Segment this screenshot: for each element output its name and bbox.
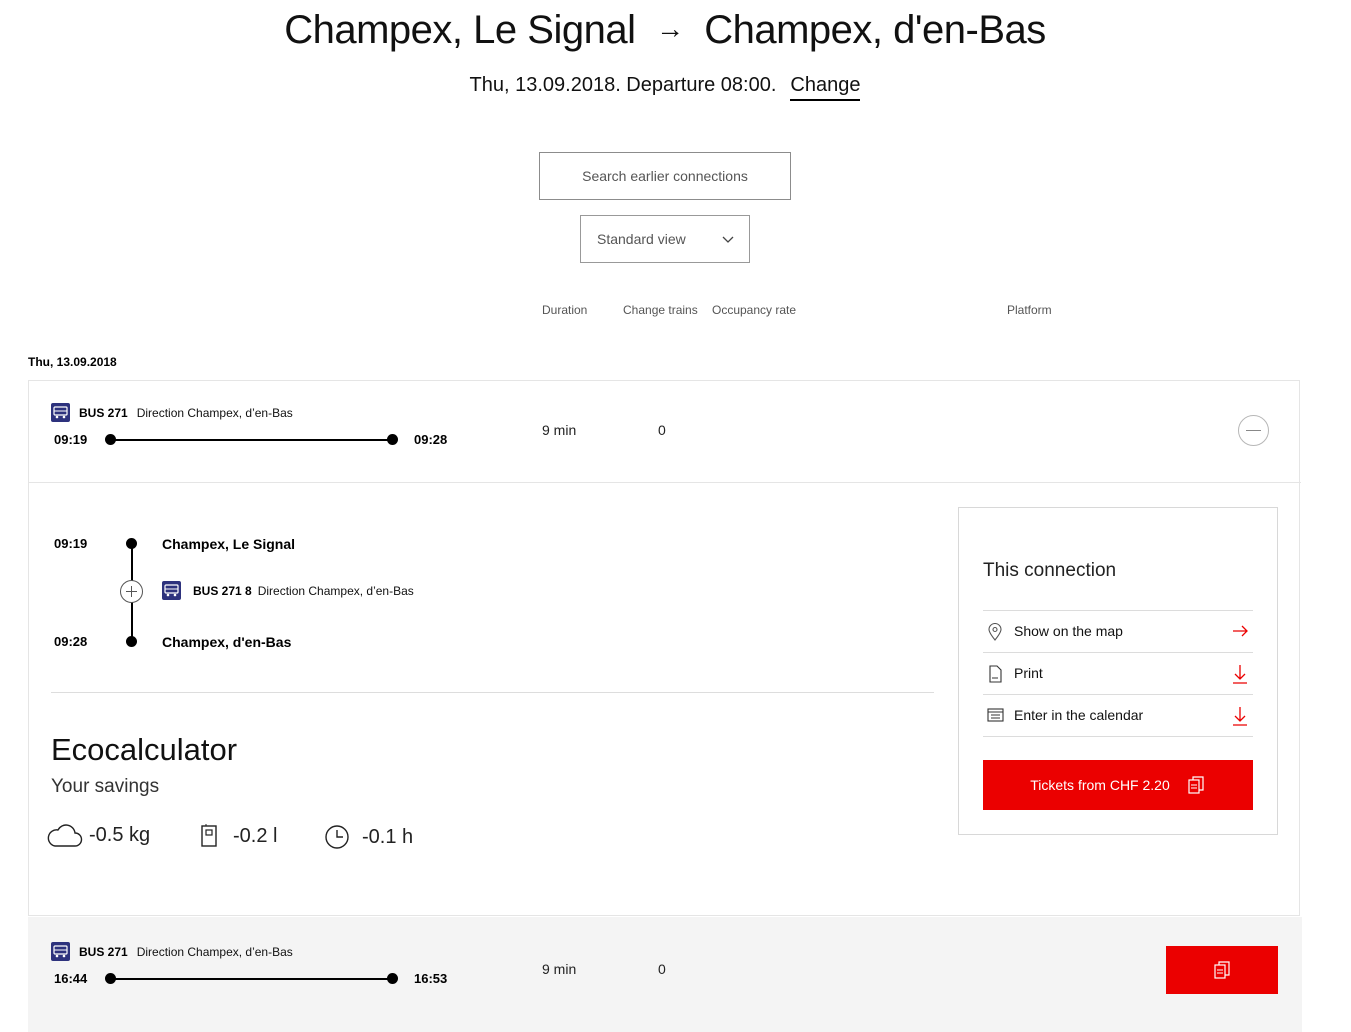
divider (983, 736, 1253, 737)
ticket-icon (1214, 961, 1230, 979)
timeline-end-dot (387, 973, 398, 984)
collapse-icon[interactable] (1238, 415, 1269, 446)
bus-icon (51, 942, 70, 961)
tickets-label: Tickets from CHF 2.20 (1030, 777, 1170, 793)
eco-co2: -0.5 kg (47, 822, 150, 848)
route-to: Champex, d'en-Bas (704, 8, 1046, 52)
action-label: Print (1014, 665, 1043, 681)
cloud-icon (47, 824, 83, 847)
bus-icon (51, 403, 70, 422)
detail-line: BUS 271 8 Direction Champex, d’en-Bas (162, 581, 414, 600)
departure-time: 09:19 (54, 432, 88, 447)
download-icon (1233, 665, 1247, 684)
search-earlier-button[interactable]: Search earlier connections (539, 152, 791, 200)
stop-time: 09:28 (54, 634, 88, 649)
map-pin-icon (988, 623, 1002, 641)
chevron-down-icon (722, 236, 734, 243)
connection-1-line[interactable]: BUS 271 Direction Champex, d’en-Bas (51, 403, 293, 422)
clock-icon (325, 825, 349, 849)
column-platform: Platform (1007, 303, 1052, 317)
buy-tickets-button[interactable]: Tickets from CHF 2.20 (983, 760, 1253, 810)
buy-ticket-button[interactable] (1166, 946, 1278, 994)
eco-time-value: -0.1 h (362, 825, 414, 848)
eco-subtitle: Your savings (51, 776, 160, 797)
timeline-end-dot (387, 434, 398, 445)
timeline-bar (110, 978, 392, 980)
eco-co2-value: -0.5 kg (89, 823, 151, 846)
timeline-bar (110, 439, 392, 441)
stop-dot (126, 636, 137, 647)
arrow-right-icon (1233, 625, 1248, 637)
line-direction: Direction Champex, d’en-Bas (257, 583, 414, 598)
line-direction: Direction Champex, d’en-Bas (136, 405, 293, 420)
fuel-icon (201, 824, 217, 847)
column-occupancy: Occupancy rate (712, 303, 797, 317)
eco-time: -0.1 h (324, 824, 413, 850)
action-label: Show on the map (1014, 623, 1123, 639)
route-subtitle: Thu, 13.09.2018. Departure 08:00. Change (0, 74, 1330, 101)
stop-name[interactable]: Champex, d'en-Bas (162, 634, 291, 650)
departure-time: 16:44 (54, 971, 88, 986)
eco-fuel: -0.2 l (200, 824, 277, 848)
route-from: Champex, Le Signal (284, 8, 636, 52)
stop-dot (126, 538, 137, 549)
eco-fuel-value: -0.2 l (233, 824, 278, 847)
expand-stops-icon[interactable] (120, 580, 143, 603)
calendar-icon (987, 708, 1004, 722)
changes-value: 0 (658, 422, 666, 438)
arrival-time: 09:28 (414, 432, 448, 447)
action-label: Enter in the calendar (1014, 707, 1144, 723)
duration-value: 9 min (542, 422, 577, 438)
calendar-action[interactable]: Enter in the calendar (983, 694, 1253, 736)
route-arrow: → (656, 13, 684, 44)
panel-title: This connection (983, 560, 1117, 581)
divider (29, 482, 1301, 483)
eco-title: Ecocalculator (51, 732, 238, 767)
divider (51, 692, 934, 693)
line-name: BUS 271 (79, 405, 128, 420)
stop-name[interactable]: Champex, Le Signal (162, 536, 295, 552)
line-name: BUS 271 (79, 944, 128, 959)
change-link[interactable]: Change (790, 74, 861, 101)
column-duration: Duration (542, 303, 588, 317)
arrival-time: 16:53 (414, 971, 448, 986)
show-on-map-action[interactable]: Show on the map (983, 610, 1253, 652)
document-icon (989, 665, 1002, 683)
departure-info: Thu, 13.09.2018. Departure 08:00. (469, 74, 777, 96)
line-name: BUS 271 8 (193, 583, 252, 598)
download-icon (1233, 707, 1247, 726)
duration-value: 9 min (542, 961, 577, 977)
changes-value: 0 (658, 961, 666, 977)
line-direction: Direction Champex, d’en-Bas (136, 944, 293, 959)
route-title: Champex, Le Signal → Champex, d'en-Bas (0, 8, 1330, 53)
column-change-trains: Change trains (623, 303, 698, 317)
connection-2-line: BUS 271 Direction Champex, d’en-Bas (51, 942, 293, 961)
bus-icon (162, 581, 181, 600)
print-action[interactable]: Print (983, 652, 1253, 694)
ticket-icon (1188, 776, 1204, 794)
view-select[interactable]: Standard view (580, 215, 750, 263)
date-group-label: Thu, 13.09.2018 (28, 355, 117, 369)
view-select-value: Standard view (597, 231, 686, 247)
stop-time: 09:19 (54, 536, 88, 551)
